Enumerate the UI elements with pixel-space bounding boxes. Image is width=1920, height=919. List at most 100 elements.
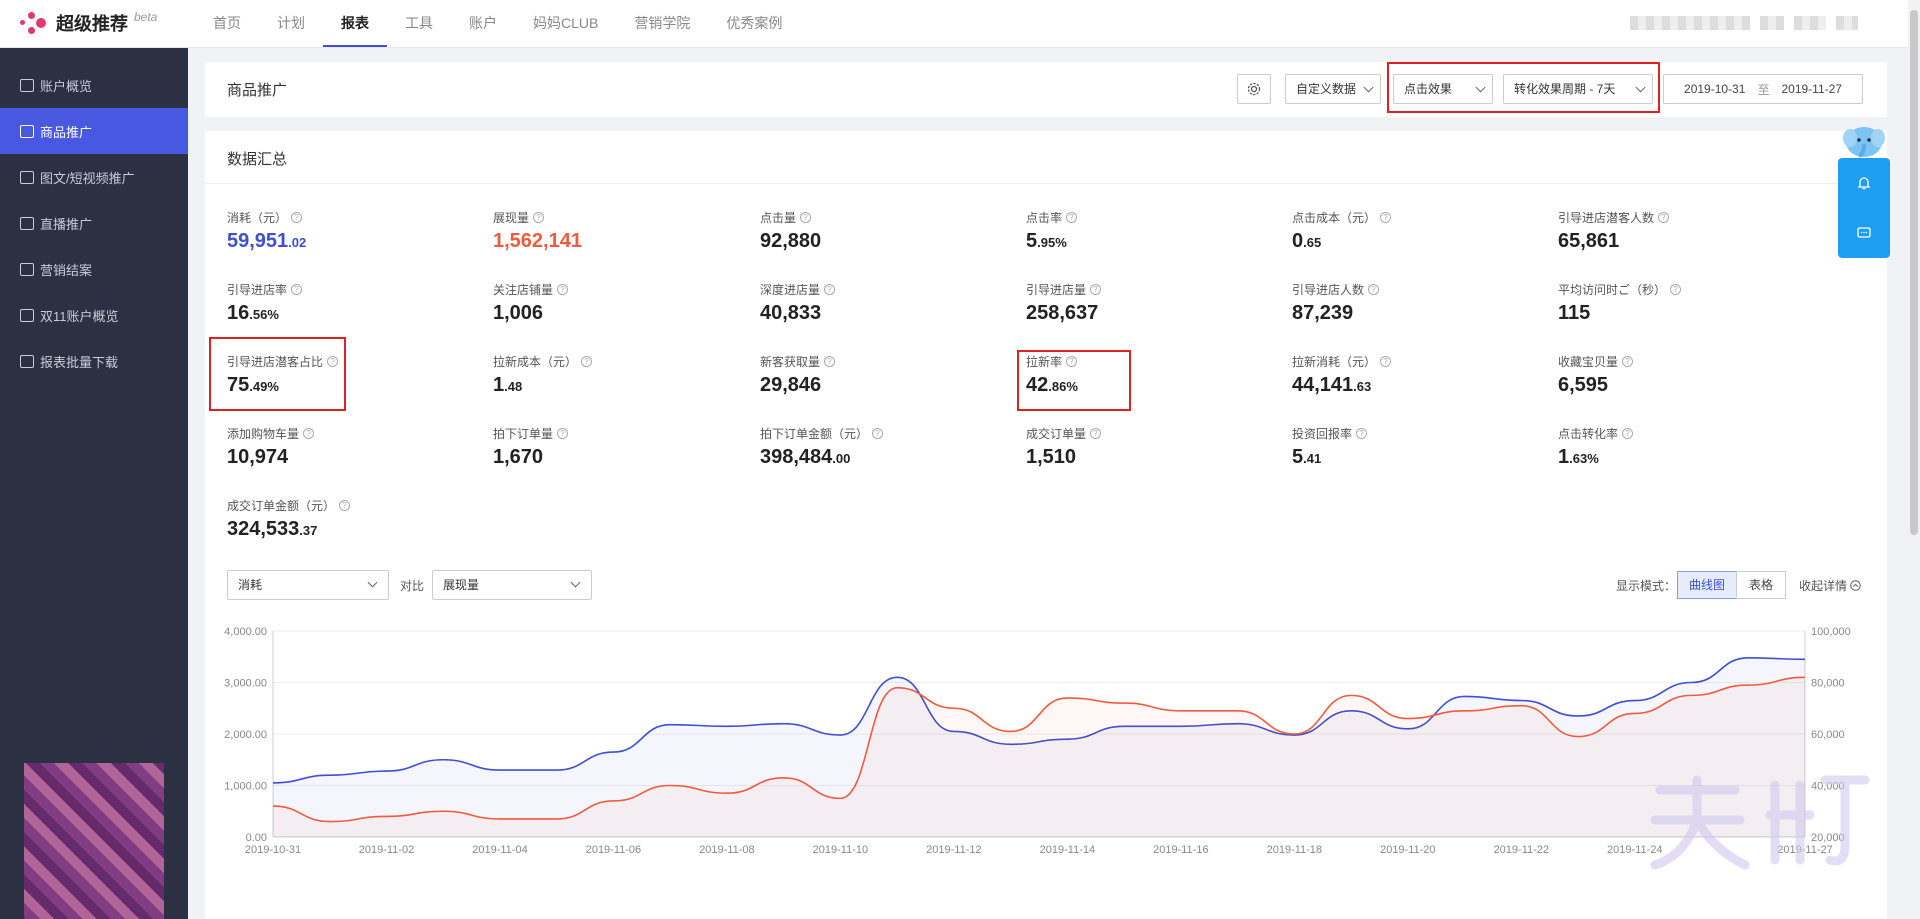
help-icon[interactable]: ? [800, 212, 812, 223]
effect-select[interactable]: 点击效果 [1393, 74, 1493, 104]
help-icon[interactable]: ? [557, 284, 569, 295]
y-tick-left: 4,000.00 [224, 626, 267, 638]
custom-data-select[interactable]: 自定义数据 [1285, 74, 1381, 104]
metric-item: 引导进店率? 16.56% [227, 281, 477, 325]
page-title: 商品推广 [227, 82, 288, 99]
metric-value-dec: .63% [1569, 451, 1599, 466]
help-icon[interactable]: ? [557, 428, 569, 439]
chevron-up-circle-icon [1850, 580, 1862, 591]
help-icon[interactable]: ? [291, 284, 303, 295]
metric-value: 65,861 [1558, 230, 1808, 253]
help-icon[interactable]: ? [1658, 212, 1670, 223]
help-icon[interactable]: ? [824, 356, 836, 367]
metric-value-int: 87,239 [1292, 302, 1354, 324]
collapse-details-button[interactable]: 收起详情 [1799, 577, 1862, 594]
help-icon[interactable]: ? [1090, 284, 1102, 295]
summary-card: 数据汇总 消耗（元）? 59,951.02 展现量? 1,562,141 点击量? 92,… [205, 131, 1887, 919]
nav-item[interactable]: 报表 [323, 0, 387, 47]
help-icon[interactable]: ? [872, 428, 884, 439]
metric-value: 115 [1558, 302, 1808, 325]
live-icon [20, 216, 34, 230]
metric-value-int: 1 [493, 374, 505, 396]
mode-curve-button[interactable]: 曲线图 [1677, 571, 1737, 599]
help-icon[interactable]: ? [824, 284, 836, 295]
chevron-down-icon [1363, 82, 1374, 93]
sidebar-item[interactable]: 商品推广 [0, 108, 188, 154]
metric-value-dec: .00 [832, 451, 851, 466]
metric-value: 75.49% [227, 374, 477, 397]
y-tick-left: 3,000.00 [224, 678, 267, 690]
metric-label-text: 引导进店人数 [1292, 283, 1365, 297]
metric-value: 1,562,141 [493, 230, 743, 253]
metric-value-int: 5 [1292, 446, 1304, 468]
x-tick-label: 2019-11-16 [1153, 844, 1208, 856]
metric-label-text: 收藏宝贝量 [1558, 355, 1619, 369]
sidebar-item-label: 账户概览 [40, 78, 93, 94]
metric-item: 点击量? 92,880 [760, 209, 1010, 253]
sidebar-item[interactable]: 图文/短视频推广 [0, 154, 188, 200]
y-tick-left: 2,000.00 [224, 729, 267, 741]
metric-item: 拉新成本（元）? 1.48 [493, 353, 743, 397]
sidebar-item[interactable]: 直播推广 [0, 200, 188, 246]
nav-item[interactable]: 优秀案例 [708, 0, 800, 47]
help-icon[interactable]: ? [1066, 212, 1078, 223]
nav-item[interactable]: 营销学院 [616, 0, 708, 47]
nav-item[interactable]: 工具 [387, 0, 451, 47]
metric-item: 平均访问时ご（秒）? 115 [1558, 281, 1808, 325]
collapse-label: 收起详情 [1799, 579, 1848, 593]
metric-label: 展现量? [493, 209, 743, 226]
notification-button[interactable] [1838, 158, 1890, 208]
nav-item[interactable]: 首页 [195, 0, 259, 47]
metric-label: 引导进店量? [1026, 281, 1276, 298]
help-icon[interactable]: ? [303, 428, 315, 439]
app-logo[interactable]: 超级推荐 beta [20, 10, 157, 36]
help-icon[interactable]: ? [1356, 428, 1368, 439]
metric-value-int: 10,974 [227, 446, 289, 468]
settings-button[interactable] [1237, 74, 1271, 104]
help-icon[interactable]: ? [291, 212, 303, 223]
metric-b-select[interactable]: 展现量 [432, 570, 592, 600]
mode-table-button[interactable]: 表格 [1736, 571, 1786, 599]
metric-label: 引导进店人数? [1292, 281, 1542, 298]
help-icon[interactable]: ? [1670, 284, 1682, 295]
help-icon[interactable]: ? [1090, 428, 1102, 439]
metric-value-dec: .63 [1353, 379, 1372, 394]
scrollbar-thumb[interactable] [1910, 10, 1918, 535]
help-icon[interactable]: ? [1368, 284, 1380, 295]
metric-label-text: 点击转化率 [1558, 427, 1619, 441]
metric-label: 引导进店潜客占比? [227, 353, 477, 370]
x-tick-label: 2019-11-18 [1267, 844, 1322, 856]
metric-a-select[interactable]: 消耗 [227, 570, 389, 600]
help-icon[interactable]: ? [1380, 212, 1392, 223]
metric-item: 成交订单金额（元）? 324,533.37 [227, 497, 477, 541]
sidebar-item[interactable]: 账户概览 [0, 62, 188, 108]
sidebar-item[interactable]: 营销结案 [0, 246, 188, 292]
period-select[interactable]: 转化效果周期 - 7天 [1503, 74, 1653, 104]
metric-value-int: 324,533 [227, 518, 300, 540]
elephant-mascot-icon[interactable] [1842, 122, 1886, 162]
help-icon[interactable]: ? [1380, 356, 1392, 367]
user-info-blurred[interactable] [1630, 16, 1858, 30]
chat-button[interactable] [1838, 208, 1890, 258]
date-range-picker[interactable]: 2019-10-31 至 2019-11-27 [1663, 74, 1863, 104]
metric-value: 87,239 [1292, 302, 1542, 325]
sidebar-item[interactable]: 报表批量下载 [0, 338, 188, 384]
help-icon[interactable]: ? [1066, 356, 1078, 367]
divider [205, 183, 1887, 184]
trend-chart: 0.001,000.002,000.003,000.004,000.0020,0… [224, 626, 1851, 856]
help-icon[interactable]: ? [581, 356, 593, 367]
metric-b-label: 展现量 [443, 578, 480, 592]
sidebar-item[interactable]: 双11账户概览 [0, 292, 188, 338]
metric-label: 引导进店率? [227, 281, 477, 298]
help-icon[interactable]: ? [327, 356, 339, 367]
help-icon[interactable]: ? [339, 500, 351, 511]
nav-item[interactable]: 计划 [259, 0, 323, 47]
nav-item[interactable]: 妈妈CLUB [515, 0, 616, 47]
x-tick-label: 2019-11-12 [926, 844, 981, 856]
metric-item: 深度进店量? 40,833 [760, 281, 1010, 325]
metric-value-int: 1 [1558, 446, 1570, 468]
nav-item[interactable]: 账户 [451, 0, 515, 47]
help-icon[interactable]: ? [1622, 356, 1634, 367]
help-icon[interactable]: ? [1622, 428, 1634, 439]
help-icon[interactable]: ? [533, 212, 545, 223]
